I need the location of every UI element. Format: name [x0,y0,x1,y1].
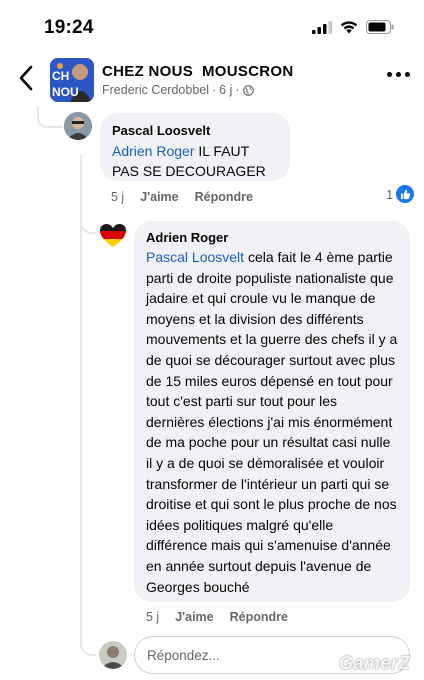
comment-text: Adrien Roger IL FAUT PAS SE DECOURAGER [112,141,278,181]
reaction-count: 1 [386,186,394,202]
comment-author[interactable]: Adrien Roger [146,230,398,245]
comment-text: Pascal Loosvelt cela fait le 4 ème parti… [146,247,398,597]
comment-author[interactable]: Pascal Loosvelt [112,123,278,138]
post-age: 6 j [219,83,233,97]
group-avatar-image: CH NOU [50,58,94,102]
group-avatar[interactable]: CH NOU [50,58,94,102]
comment-age: 5 j [146,610,160,624]
group-name[interactable]: CHEZ NOUS MOUSCRON [102,63,294,80]
thread-line-reply-curve-2 [80,632,96,656]
wifi-icon [340,20,358,33]
signal-icon [312,20,332,34]
like-button[interactable]: J'aime [140,190,178,204]
thread-line-outer-curve [37,116,63,128]
comment-bubble[interactable]: Pascal Loosvelt Adrien Roger IL FAUT PAS… [100,113,290,181]
svg-text:CH: CH [52,69,69,83]
svg-text:NOU: NOU [52,85,79,99]
meta-separator-2: · [235,83,240,97]
germany-heart-icon [100,224,126,247]
thread-line-reply-curve-1 [80,210,96,234]
comment-mention[interactable]: Adrien Roger [112,143,195,159]
post-header: CH NOU CHEZ NOUS MOUSCRON Frederic Cerdo… [0,50,424,106]
comment-body: cela fait le 4 ème partie parti de droit… [146,249,398,595]
reaction-count-badge[interactable]: 1 [386,185,415,203]
meta-separator: · [212,83,217,97]
reply-placeholder: Répondez... [147,648,220,663]
like-button[interactable]: J'aime [175,610,213,624]
battery-icon [366,20,394,34]
comment-age: 5 j [111,190,125,204]
reply-button[interactable]: Répondre [195,190,253,204]
like-icon [396,185,415,203]
post-meta: Frederic Cerdobbel · 6 j · [102,83,254,97]
post-author[interactable]: Frederic Cerdobbel [102,83,209,97]
status-bar: 19:24 [0,0,424,50]
globe-icon [242,84,254,96]
comment-actions: 5 j J'aime Répondre [146,610,288,624]
back-arrow-icon[interactable] [14,64,38,92]
comment-bubble[interactable]: Adrien Roger Pascal Loosvelt cela fait l… [134,221,410,602]
reply-button[interactable]: Répondre [230,610,288,624]
watermark: GamerZ [338,653,410,673]
comment-mention[interactable]: Pascal Loosvelt [146,249,244,265]
comment-actions: 5 j J'aime Répondre [111,190,253,204]
status-time: 19:24 [44,17,94,38]
user-avatar[interactable] [99,641,127,669]
status-icons [312,20,394,34]
commenter-avatar[interactable] [99,222,127,250]
commenter-avatar[interactable] [64,112,92,140]
more-icon[interactable] [387,72,410,77]
